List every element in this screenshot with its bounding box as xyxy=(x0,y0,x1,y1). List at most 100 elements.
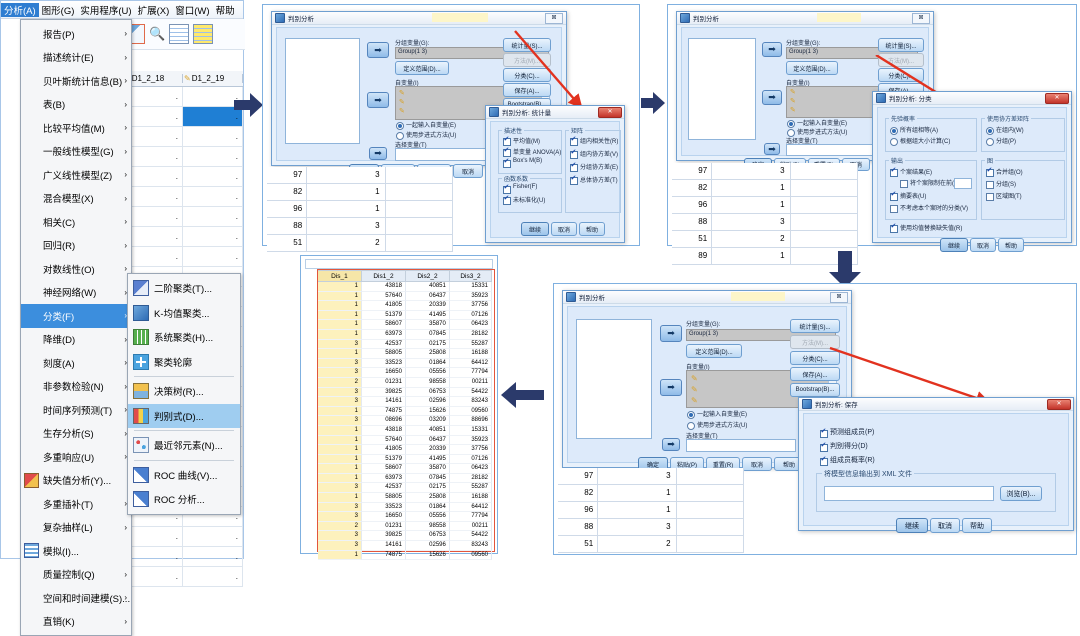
results-cell[interactable]: 1 xyxy=(318,425,362,436)
check-separate-groups-plot[interactable] xyxy=(986,181,994,189)
statistics-button[interactable]: 统计量(S)... xyxy=(790,319,840,333)
results-row[interactable]: 2 01231 98558 00211 xyxy=(318,377,492,388)
results-cell[interactable]: 25808 xyxy=(405,493,450,503)
results-cell[interactable]: 74875 xyxy=(361,406,406,417)
results-cell[interactable]: 41495 xyxy=(405,454,450,465)
cancel-button[interactable]: 取消 xyxy=(930,518,960,533)
results-col-header[interactable]: Dis_1 xyxy=(318,270,362,282)
results-row[interactable]: 3 14161 02596 83243 xyxy=(318,541,492,551)
data-cell-empty[interactable] xyxy=(677,468,744,484)
menubar[interactable]: 分析(A) 图形(G) 实用程序(U) 扩展(X) 窗口(W) 帮助 xyxy=(1,1,243,19)
results-cell[interactable]: 28182 xyxy=(449,329,492,340)
check-group-membership-probabilities[interactable] xyxy=(820,456,828,466)
move-selection-button[interactable]: ➡ xyxy=(369,147,387,160)
results-cell[interactable]: 57640 xyxy=(361,291,406,302)
results-cell[interactable]: 09560 xyxy=(449,406,492,417)
help-button[interactable]: 帮助 xyxy=(998,238,1024,252)
data-cell-group[interactable]: 1 xyxy=(598,502,677,518)
xml-path-field[interactable] xyxy=(824,486,994,501)
analyze-menu-item-10[interactable]: 对数线性(O) › xyxy=(21,257,131,281)
results-cell[interactable]: 14161 xyxy=(361,397,406,407)
check-fisher[interactable] xyxy=(503,184,511,194)
grid-row[interactable]: .. xyxy=(123,547,243,567)
results-row[interactable]: 1 41805 20339 37756 xyxy=(318,445,492,455)
data-cell-group[interactable]: 1 xyxy=(712,180,791,196)
results-row[interactable]: 1 58805 25808 16188 xyxy=(318,349,492,359)
grid-cell[interactable]: . xyxy=(183,207,243,226)
move-grouping-button[interactable]: ➡ xyxy=(367,42,389,58)
data-row[interactable]: 97 3 xyxy=(558,468,744,485)
data-cell-value[interactable]: 51 xyxy=(267,235,308,251)
results-row[interactable]: 1 58607 35870 06423 xyxy=(318,464,492,474)
grid-highlight-icon[interactable] xyxy=(193,24,214,44)
grid-cell[interactable]: . xyxy=(183,167,243,186)
data-cell-group[interactable]: 3 xyxy=(712,214,791,230)
results-cell[interactable]: 1 xyxy=(318,473,362,484)
results-row[interactable]: 1 63973 07845 28182 xyxy=(318,473,492,484)
results-cell[interactable]: 06437 xyxy=(405,291,450,302)
radio-all-groups-equal[interactable] xyxy=(890,127,898,135)
data-row[interactable]: 96 1 xyxy=(558,502,744,519)
results-cell[interactable]: 1 xyxy=(318,435,362,446)
data-cell-value[interactable]: 82 xyxy=(558,485,599,501)
radio-stepwise[interactable] xyxy=(687,422,695,430)
radio-enter-together[interactable] xyxy=(396,122,404,130)
radio-enter-together[interactable] xyxy=(787,120,795,128)
results-cell[interactable]: 07126 xyxy=(449,454,492,465)
analyze-menu-item-11[interactable]: 神经网络(W) › xyxy=(21,281,131,305)
check-limit-cases[interactable] xyxy=(900,180,908,188)
check-within-groups-correlation[interactable] xyxy=(570,136,578,146)
check-within-groups-covariance[interactable] xyxy=(570,149,578,159)
results-row[interactable]: 3 14161 02596 83243 xyxy=(318,397,492,407)
analyze-menu-item-6[interactable]: 广义线性模型(Z) › xyxy=(21,163,131,187)
classify-button[interactable]: 分类(C)... xyxy=(878,68,924,82)
check-means[interactable] xyxy=(503,136,511,146)
data-row[interactable]: 82 1 xyxy=(267,184,453,201)
classify-submenu[interactable]: 二阶聚类(T)... K-均值聚类... 系统聚类(H)... 聚类轮廓 决策树(R).… xyxy=(127,273,241,515)
results-cell[interactable]: 2 xyxy=(318,377,362,388)
radio-stepwise[interactable] xyxy=(396,132,404,140)
results-cell[interactable]: 07845 xyxy=(405,473,450,484)
analyze-menu-item-15[interactable]: 非参数检验(N) › xyxy=(21,375,131,399)
analyze-menu-item-12[interactable]: 分类(F) › xyxy=(21,304,131,328)
results-cell[interactable]: 00211 xyxy=(449,377,492,388)
results-cell[interactable]: 57640 xyxy=(361,435,406,446)
analyze-menu-item-23[interactable]: 质量控制(Q) › xyxy=(21,563,131,587)
define-range-button[interactable]: 定义范围(D)... xyxy=(686,344,742,358)
results-cell[interactable]: 16188 xyxy=(449,349,492,359)
data-cell-group[interactable]: 2 xyxy=(307,235,386,251)
results-cell[interactable]: 54422 xyxy=(449,531,492,542)
grid-cell[interactable]: . xyxy=(183,187,243,206)
results-row[interactable]: 1 58607 35870 06423 xyxy=(318,320,492,330)
grid-col-d1218[interactable]: ✎ D1_2_18 xyxy=(123,74,183,83)
results-row[interactable]: 3 16650 05556 77794 xyxy=(318,512,492,522)
results-cell[interactable]: 01864 xyxy=(405,502,450,513)
data-cell-empty[interactable] xyxy=(677,502,744,518)
close-icon[interactable]: ⊠ xyxy=(830,292,848,303)
results-cell[interactable]: 55287 xyxy=(449,339,492,350)
data-cell-group[interactable]: 1 xyxy=(598,485,677,501)
data-row[interactable]: 96 1 xyxy=(672,197,858,214)
data-cell-group[interactable]: 1 xyxy=(712,197,791,213)
source-variable-list[interactable] xyxy=(576,319,652,439)
results-cell[interactable]: 02596 xyxy=(405,541,450,551)
results-cell[interactable]: 83243 xyxy=(449,541,492,551)
analyze-menu-item-25[interactable]: 直销(K) › xyxy=(21,610,131,634)
data-cell-group[interactable]: 1 xyxy=(307,201,386,217)
analyze-menu-item-7[interactable]: 混合模型(X) › xyxy=(21,187,131,211)
results-row[interactable]: 3 39825 06753 54422 xyxy=(318,387,492,398)
close-icon[interactable]: ✕ xyxy=(598,107,622,118)
analyze-menu-item-1[interactable]: 描述统计(E) › xyxy=(21,46,131,70)
data-cell-value[interactable]: 97 xyxy=(558,468,599,484)
results-cell[interactable]: 37756 xyxy=(449,301,492,311)
close-icon[interactable]: ⊠ xyxy=(912,13,930,24)
classify-button[interactable]: 分类(C)... xyxy=(503,68,551,82)
analyze-menu-item-21[interactable]: 复杂抽样(L) › xyxy=(21,516,131,540)
results-cell[interactable]: 39825 xyxy=(361,387,406,398)
results-cell[interactable]: 42537 xyxy=(361,483,406,494)
data-cell-group[interactable]: 3 xyxy=(598,519,677,535)
grid-cell[interactable]: . xyxy=(123,567,183,586)
grid-cell[interactable]: . xyxy=(183,227,243,246)
analyze-menu-item-14[interactable]: 刻度(A) › xyxy=(21,351,131,375)
classify-menu-item-1[interactable]: K-均值聚类... xyxy=(128,301,240,326)
